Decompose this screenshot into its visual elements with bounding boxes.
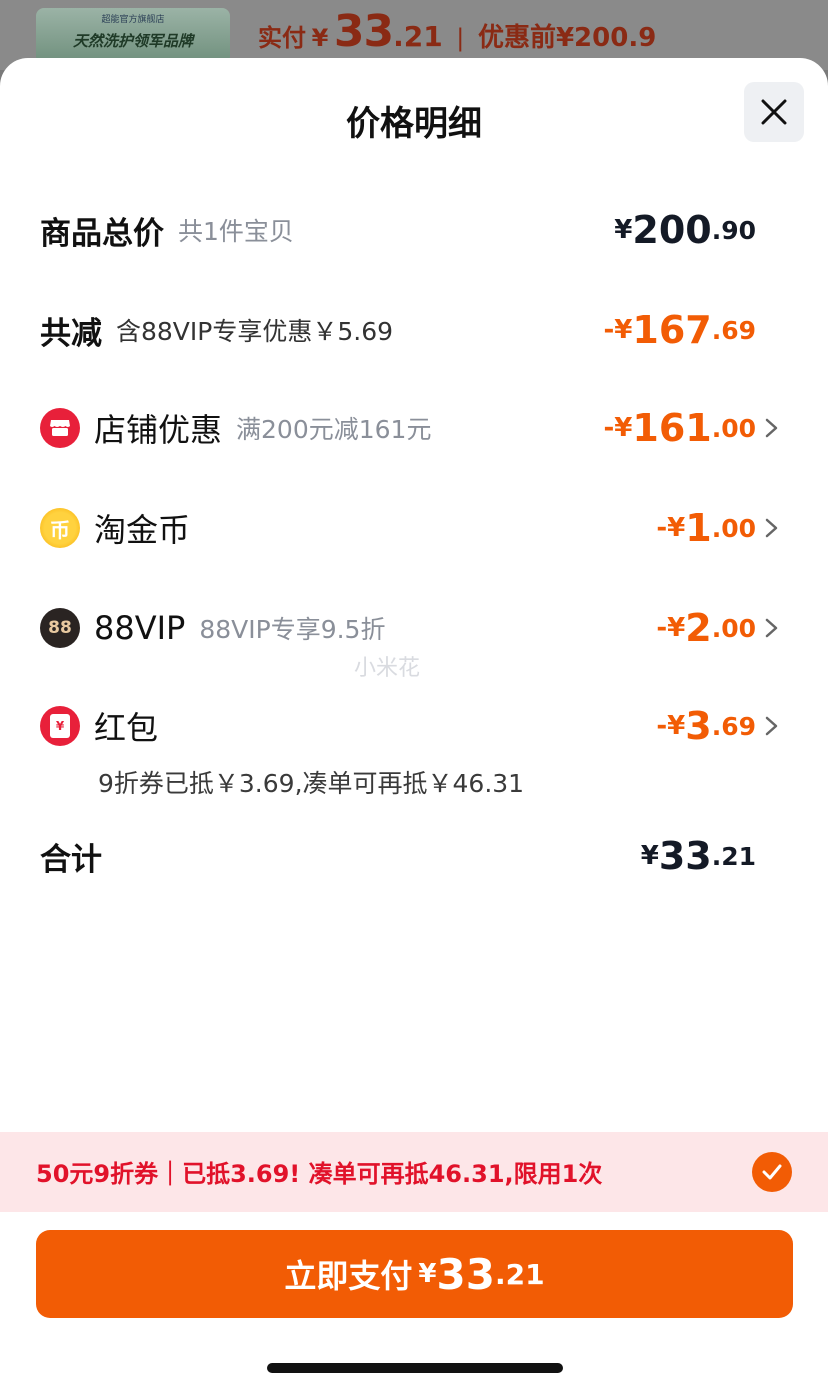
coin-glyph: 币 <box>50 517 70 542</box>
vip88-glyph: 88 <box>48 618 72 638</box>
amount-dec: .90 <box>711 215 756 245</box>
currency-sign: -¥ <box>603 315 633 345</box>
original-label: 优惠前 <box>477 23 556 53</box>
row-red-packet[interactable]: ¥ 红包 -¥ 3.69 <box>0 696 828 756</box>
pay-button-label: 立即支付 <box>284 1257 413 1295</box>
amount-dec: .21 <box>711 841 756 871</box>
shop-discount-label: 店铺优惠 <box>94 411 223 449</box>
vip88-icon: 88 <box>40 608 80 648</box>
row-total-discount: 共减 含88VIP专享优惠￥5.69 -¥ 167.69 <box>0 300 828 360</box>
total-goods-count: 共1件宝贝 <box>178 217 294 246</box>
currency-sign: -¥ <box>656 613 686 643</box>
banner-slogan-text: 天然洗护领军品牌 <box>72 32 193 50</box>
total-discount-amount: -¥ 167.69 <box>603 300 756 360</box>
chevron-right-icon <box>765 518 778 538</box>
red-packet-amount: -¥ 3.69 <box>656 696 756 756</box>
currency-sign: -¥ <box>603 413 633 443</box>
shop-glyph <box>50 420 70 436</box>
red-packet-icon: ¥ <box>40 706 80 746</box>
amount-int: 161 <box>632 406 712 450</box>
amount-int: 2 <box>685 606 712 650</box>
vip88-sub: 88VIP专享9.5折 <box>199 615 386 644</box>
currency-sign: ¥ <box>640 841 659 871</box>
red-packet-note: 9折券已抵￥3.69,凑单可再抵￥46.31 <box>98 769 525 798</box>
shop-discount-amount: -¥ 161.00 <box>603 398 756 458</box>
coin-icon: 币 <box>40 508 80 548</box>
paid-label: 实付 <box>258 24 306 52</box>
chevron-right-icon <box>765 618 778 638</box>
currency-sign: -¥ <box>656 711 686 741</box>
currency-sign: ¥ <box>614 215 633 245</box>
total-discount-label: 共减 <box>40 315 102 352</box>
amount-dec: .00 <box>711 513 756 543</box>
store-banner-image: 超能官方旗舰店 天然洗护领军品牌 <box>36 8 230 64</box>
pay-amount-int: 33 <box>436 1249 495 1299</box>
paid-amount-int: 33 <box>333 6 394 57</box>
chevron-right-icon <box>765 716 778 736</box>
banner-brand-text: 超能官方旗舰店 <box>101 15 165 25</box>
check-icon[interactable] <box>752 1152 792 1192</box>
vip88-amount: -¥ 2.00 <box>656 598 756 658</box>
row-shop-discount[interactable]: 店铺优惠 满200元减161元 -¥ 161.00 <box>0 398 828 458</box>
pay-now-button[interactable]: 立即支付 ¥33.21 <box>36 1230 793 1318</box>
shop-discount-sub: 满200元减161元 <box>236 415 432 444</box>
shop-icon <box>40 408 80 448</box>
background-price-summary: 实付 ¥ 33.21 | 优惠前¥200.9 <box>258 6 656 57</box>
currency-sign: -¥ <box>656 513 686 543</box>
amount-dec: .69 <box>711 711 756 741</box>
red-packet-glyph: ¥ <box>50 714 70 738</box>
vip88-label: 88VIP <box>94 609 186 647</box>
price-detail-sheet: 价格明细 商品总价 共1件宝贝 ¥200.90 共减 含88VIP专享优惠￥5.… <box>0 58 828 1390</box>
close-icon <box>761 99 787 125</box>
coupon-text: 50元9折券｜已抵3.69! 凑单可再抵46.31,限用1次 <box>36 1160 603 1188</box>
paid-currency: ¥ <box>311 24 329 52</box>
home-indicator[interactable] <box>267 1363 563 1373</box>
watermark-text: 小米花 <box>354 656 421 681</box>
total-goods-label: 商品总价 <box>40 215 164 252</box>
row-88vip[interactable]: 88 88VIP 88VIP专享9.5折 -¥ 2.00 <box>0 598 828 658</box>
sheet-title: 价格明细 <box>346 104 482 144</box>
pay-amount-dec: .21 <box>494 1257 545 1291</box>
original-price: ¥200.9 <box>555 23 657 53</box>
row-sum: 合计 ¥33.21 <box>0 826 828 886</box>
sum-label: 合计 <box>40 841 102 878</box>
taojinbi-amount: -¥ 1.00 <box>656 498 756 558</box>
paid-amount-dec: .21 <box>393 20 443 53</box>
pay-currency: ¥ <box>418 1259 437 1289</box>
row-taojinbi[interactable]: 币 淘金币 -¥ 1.00 <box>0 498 828 558</box>
total-goods-amount: ¥200.90 <box>614 200 756 260</box>
sum-amount: ¥33.21 <box>641 826 756 886</box>
row-total-goods: 商品总价 共1件宝贝 ¥200.90 <box>0 200 828 260</box>
amount-int: 3 <box>685 704 712 748</box>
check-glyph <box>762 1164 782 1180</box>
close-button[interactable] <box>744 82 804 142</box>
price-separator: | <box>456 24 465 52</box>
amount-dec: .00 <box>711 413 756 443</box>
taojinbi-label: 淘金币 <box>94 511 191 549</box>
amount-int: 33 <box>658 834 712 878</box>
red-packet-label: 红包 <box>94 709 159 747</box>
chevron-right-icon <box>765 418 778 438</box>
coupon-bar[interactable]: 50元9折券｜已抵3.69! 凑单可再抵46.31,限用1次 <box>0 1132 828 1212</box>
amount-dec: .00 <box>711 613 756 643</box>
total-discount-sub: 含88VIP专享优惠￥5.69 <box>116 317 394 346</box>
amount-int: 167 <box>632 308 712 352</box>
amount-int: 200 <box>632 208 712 252</box>
amount-int: 1 <box>685 506 712 550</box>
amount-dec: .69 <box>711 315 756 345</box>
